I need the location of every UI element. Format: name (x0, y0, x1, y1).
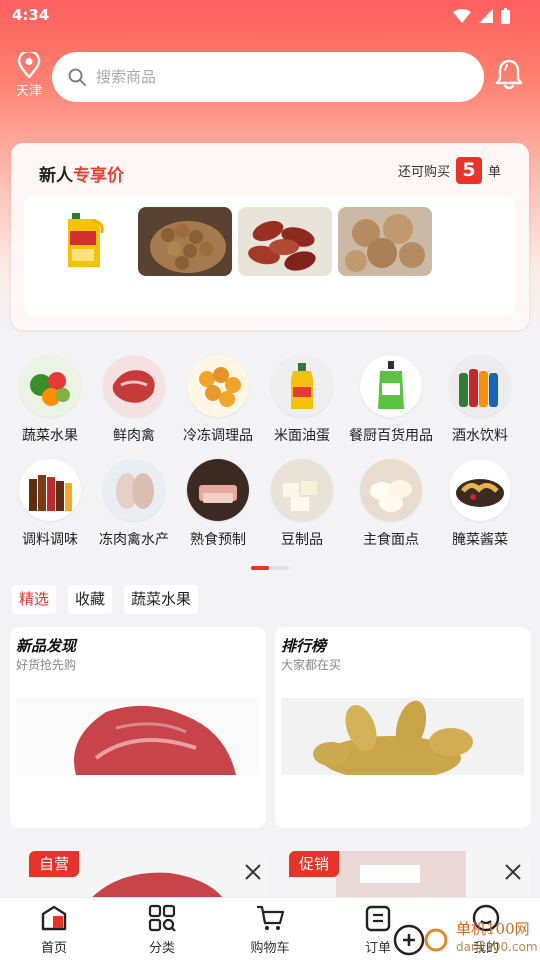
feature-title: 新品发现 (16, 637, 77, 655)
wifi-icon (453, 9, 471, 23)
category-label: 酒水饮料 (452, 428, 508, 444)
feature-subtitle: 好货抢先购 (16, 658, 77, 672)
category-item[interactable]: 腌菜酱菜 (425, 459, 535, 549)
city-label: 天津 (15, 84, 42, 99)
promotion-badge: 促销 (289, 851, 340, 877)
ranking-card[interactable]: 排行榜 大家都在买 (275, 627, 531, 828)
deal-products-strip (24, 196, 516, 316)
feature-title: 排行榜 (281, 637, 327, 655)
tabbar-label: 分类 (148, 941, 175, 956)
search-icon (68, 68, 86, 86)
meat-icon (103, 355, 165, 417)
seasoning-icon (19, 459, 81, 521)
tabbar-cart[interactable]: 购物车 (230, 904, 310, 956)
tabbar-home[interactable]: 首页 (14, 904, 94, 956)
tabbar-category[interactable]: 分类 (122, 904, 202, 956)
search-bar[interactable] (52, 52, 484, 102)
quota-count-badge: 5 (455, 157, 482, 184)
status-bar: 4:34 (0, 0, 540, 32)
purchase-quota: 还可购买 5 单 (398, 157, 501, 184)
cart-icon (257, 905, 285, 930)
watermark-logo-icon (393, 924, 448, 956)
oil-jug-image (68, 213, 104, 267)
location-pin-icon (17, 52, 41, 78)
category-page-indicator (251, 566, 289, 570)
close-icon[interactable] (504, 863, 522, 881)
detergent-icon (360, 355, 422, 417)
location-selector[interactable]: 天津 (14, 52, 44, 99)
watermark: 单机100网 danji100.com (392, 920, 540, 960)
tab-vegetables-fruits[interactable]: 蔬菜水果 (124, 585, 199, 614)
self-operated-badge: 自营 (29, 851, 80, 877)
watermark-url: danji100.com (456, 940, 538, 954)
close-icon[interactable] (244, 863, 262, 881)
signal-icon (479, 9, 493, 23)
tabbar-label: 购物车 (250, 941, 290, 956)
system-icons (453, 8, 510, 24)
status-time: 4:34 (12, 6, 50, 24)
battery-icon (501, 8, 510, 24)
category-label: 腌菜酱菜 (452, 532, 508, 548)
drinks-icon (449, 355, 511, 417)
category-item[interactable]: 酒水饮料 (425, 355, 535, 445)
new-products-card[interactable]: 新品发现 好货抢先购 (10, 627, 266, 828)
quota-suffix: 单 (487, 165, 501, 180)
home-icon (41, 905, 67, 931)
content-tabs: 精选 收藏 蔬菜水果 (12, 585, 199, 614)
frozen-food-icon (187, 355, 249, 417)
frozen-meat-icon (103, 459, 165, 521)
walnut-image (345, 214, 425, 272)
vegetables-icon (19, 355, 81, 417)
category-icon (148, 904, 176, 932)
deal-item-nuts-red[interactable] (238, 207, 332, 276)
page-indicator-active (251, 566, 269, 570)
beef-image (16, 698, 259, 775)
ginger-image (281, 698, 524, 775)
red-nuts-image (248, 220, 316, 271)
quota-prefix: 还可购买 (397, 165, 450, 180)
new-user-title: 新人专享价 (39, 161, 124, 186)
tofu-icon (271, 459, 333, 521)
feature-subtitle: 大家都在买 (281, 658, 342, 672)
order-icon (365, 905, 391, 932)
search-input[interactable] (96, 68, 456, 86)
watermark-title: 单机100网 (456, 920, 530, 938)
pickles-icon (449, 459, 511, 521)
deal-item-walnut[interactable] (338, 207, 432, 276)
notification-button[interactable] (494, 58, 524, 94)
bell-icon (495, 59, 523, 90)
deal-item-hazelnut[interactable] (138, 207, 232, 276)
title-highlight: 专享价 (73, 166, 124, 186)
cooked-food-icon (187, 459, 249, 521)
tab-favorites[interactable]: 收藏 (68, 585, 113, 614)
title-prefix: 新人 (39, 166, 73, 186)
tab-featured[interactable]: 精选 (12, 585, 57, 614)
deal-item-oil[interactable] (38, 207, 132, 276)
hazelnut-image (150, 221, 226, 273)
bun-icon (360, 459, 422, 521)
tabbar-label: 首页 (40, 941, 67, 956)
oil-icon (271, 355, 333, 417)
new-user-deal-card[interactable]: 新人专享价 还可购买 5 单 (11, 143, 529, 330)
